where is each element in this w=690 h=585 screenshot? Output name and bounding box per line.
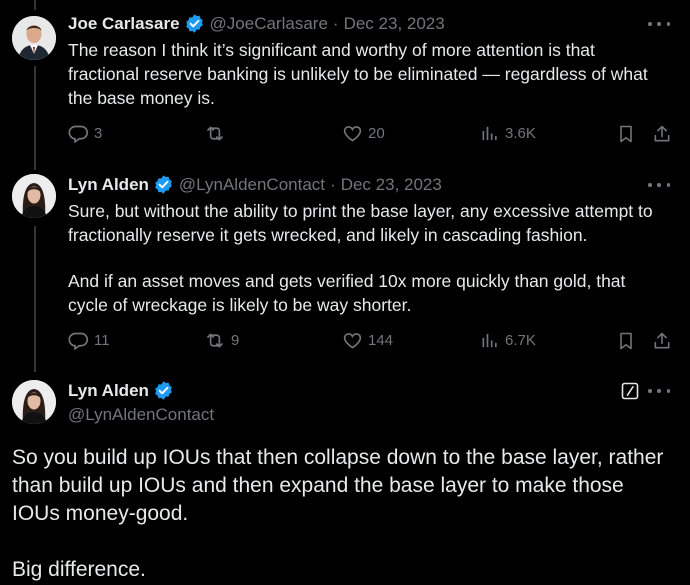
- tweet-paragraph: And if an asset moves and gets verified …: [68, 271, 626, 315]
- tweet-text: The reason I think it’s significant and …: [68, 38, 666, 110]
- tweet-paragraph: Sure, but without the ability to print t…: [68, 201, 653, 245]
- bookmark-icon: [620, 332, 632, 350]
- tweet-paragraph: So you build up IOUs that then collapse …: [12, 446, 664, 525]
- tweet-header: Lyn Alden @LynAldenContact · Dec 23, 202…: [68, 174, 442, 195]
- verified-badge-icon: [153, 174, 174, 195]
- avatar-lyn-alden-main[interactable]: [12, 380, 56, 424]
- reply-icon: [68, 125, 89, 144]
- separator-dot: ·: [330, 174, 336, 194]
- author-name[interactable]: Lyn Alden: [68, 175, 149, 195]
- author-name[interactable]: Lyn Alden: [68, 381, 149, 401]
- thread-line-2: [34, 226, 36, 372]
- like-button[interactable]: 20: [342, 123, 385, 144]
- repost-icon: [207, 333, 223, 348]
- more-icon[interactable]: [648, 381, 670, 401]
- like-count: 144: [368, 332, 394, 349]
- bookmark-button[interactable]: [616, 123, 636, 145]
- tweet-text: Sure, but without the ability to print t…: [68, 199, 666, 317]
- reply-count: 3: [94, 125, 103, 142]
- repost-button[interactable]: 9: [204, 330, 239, 351]
- repost-icon: [207, 126, 223, 141]
- reply-count: 11: [94, 332, 110, 349]
- action-bar: 3 20 3.6K: [66, 123, 672, 147]
- verified-badge-icon: [184, 13, 205, 34]
- share-icon: [654, 125, 670, 142]
- views-icon: [482, 126, 497, 141]
- tweet-date[interactable]: Dec 23, 2023: [344, 14, 445, 34]
- avatar-joe-carlasare[interactable]: [12, 16, 56, 60]
- like-count: 20: [368, 125, 385, 142]
- views-button[interactable]: 3.6K: [480, 123, 536, 144]
- share-button[interactable]: [652, 330, 672, 352]
- views-count: 3.6K: [505, 125, 536, 142]
- views-icon: [482, 333, 497, 348]
- author-handle[interactable]: @LynAldenContact: [179, 175, 325, 195]
- like-icon: [343, 126, 362, 142]
- repost-count: 9: [231, 332, 240, 349]
- verified-badge-icon: [153, 380, 174, 401]
- tweet-date[interactable]: Dec 23, 2023: [341, 175, 442, 195]
- tweet-header: Joe Carlasare @JoeCarlasare · Dec 23, 20…: [68, 13, 445, 34]
- like-icon: [343, 333, 362, 349]
- author-handle[interactable]: @LynAldenContact: [68, 405, 214, 425]
- bookmark-icon: [620, 125, 632, 143]
- avatar-lyn-alden[interactable]: [12, 174, 56, 218]
- tweet-paragraph: The reason I think it’s significant and …: [68, 40, 648, 108]
- separator-dot: ·: [332, 13, 339, 33]
- more-icon[interactable]: [648, 14, 670, 34]
- reply-icon: [68, 332, 89, 351]
- share-icon: [654, 332, 670, 349]
- action-bar: 11 9 144 6.7K: [66, 330, 672, 354]
- author-handle[interactable]: @JoeCarlasare: [210, 14, 328, 34]
- thread-line-1: [34, 66, 36, 170]
- reply-button[interactable]: 3: [68, 123, 102, 144]
- reply-button[interactable]: 11: [68, 330, 110, 351]
- edit-icon[interactable]: [620, 381, 640, 406]
- bookmark-button[interactable]: [616, 330, 636, 352]
- thread-line-top: [34, 0, 36, 10]
- views-count: 6.7K: [505, 332, 536, 349]
- share-button[interactable]: [652, 123, 672, 145]
- tweet-paragraph: Big difference.: [12, 558, 146, 581]
- main-tweet-text: So you build up IOUs that then collapse …: [12, 444, 676, 584]
- repost-button[interactable]: [204, 123, 231, 144]
- more-icon[interactable]: [648, 175, 670, 195]
- like-button[interactable]: 144: [342, 330, 393, 351]
- main-author-row: Lyn Alden: [68, 380, 174, 401]
- author-name[interactable]: Joe Carlasare: [68, 14, 180, 34]
- views-button[interactable]: 6.7K: [480, 330, 536, 351]
